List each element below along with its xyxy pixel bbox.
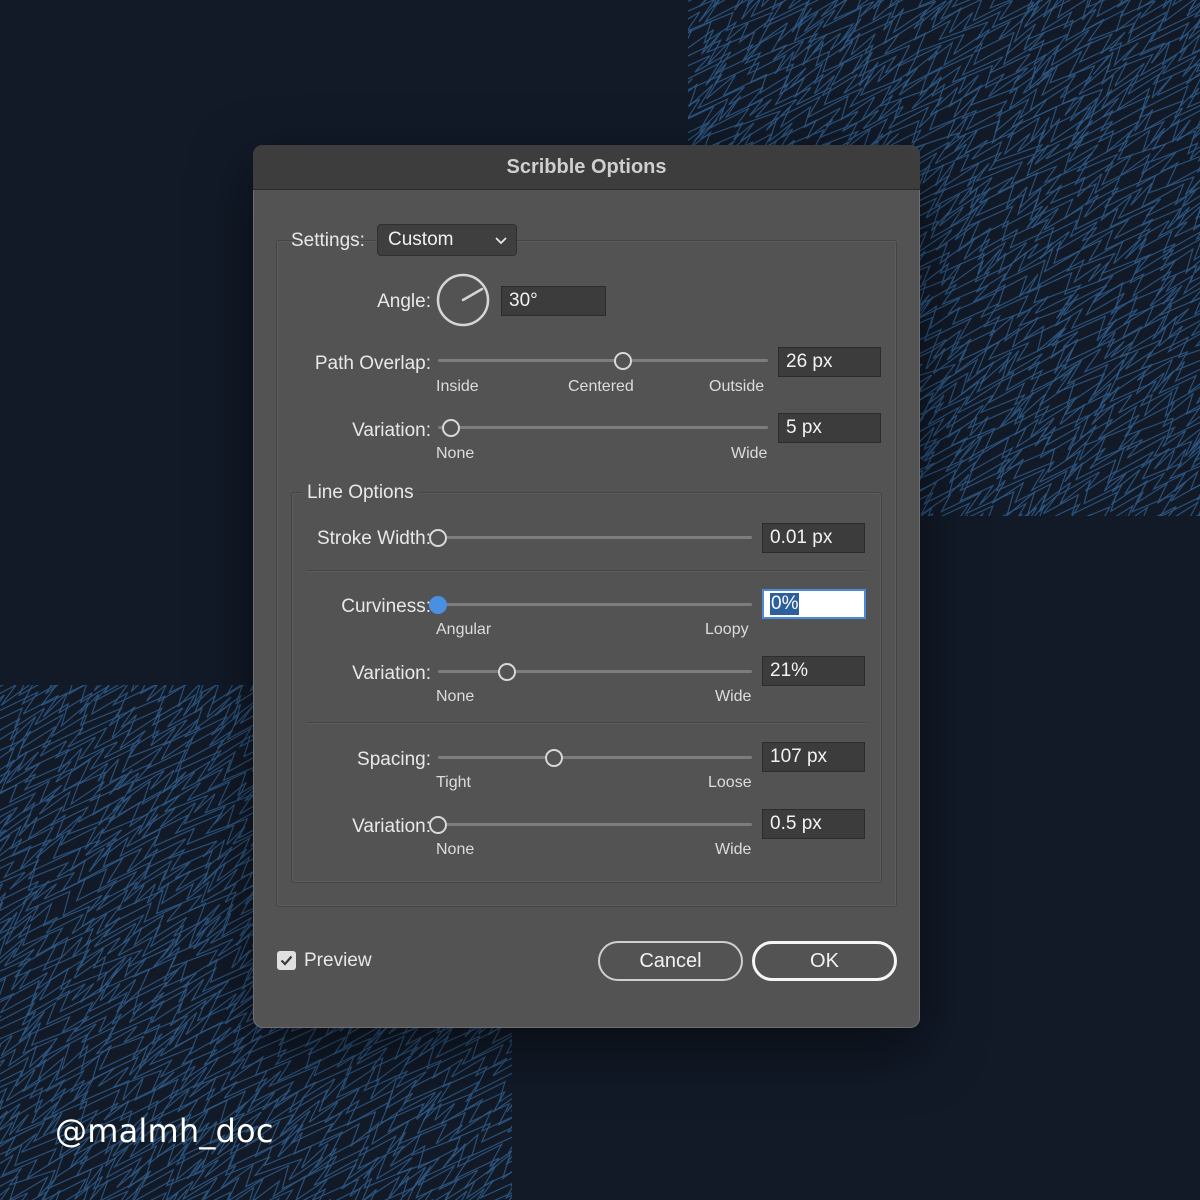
path-overlap-mid-label: Centered	[568, 378, 634, 395]
scribble-stroke	[688, 82, 1200, 112]
curviness-variation-input[interactable]: 21%	[762, 656, 865, 686]
curviness-slider-track[interactable]	[438, 603, 752, 606]
curviness-variation-slider-track[interactable]	[438, 670, 752, 673]
scribble-stroke	[688, 105, 1200, 134]
curviness-variation-label: Variation:	[352, 663, 431, 684]
variation-slider-track[interactable]	[438, 426, 768, 429]
curviness-label: Curviness:	[341, 596, 431, 617]
curviness-variation-min-label: None	[436, 688, 475, 705]
variation-input[interactable]: 5 px	[778, 413, 881, 443]
path-overlap-slider-knob[interactable]	[613, 351, 632, 370]
stroke-width-slider-track[interactable]	[438, 536, 752, 539]
variation-slider-knob[interactable]	[442, 418, 461, 437]
curviness-max-label: Loopy	[705, 621, 749, 638]
path-overlap-input[interactable]: 26 px	[778, 347, 881, 377]
settings-label: Settings:	[291, 230, 365, 251]
spacing-slider-knob[interactable]	[545, 748, 564, 767]
variation-label: Variation:	[352, 420, 431, 441]
spacing-variation-slider-track[interactable]	[438, 823, 752, 826]
spacing-variation-input[interactable]: 0.5 px	[762, 809, 865, 839]
scribble-stroke	[0, 1163, 512, 1192]
variation-max-label: Wide	[731, 445, 768, 462]
scribble-stroke	[0, 1065, 512, 1094]
curviness-variation-slider-knob[interactable]	[498, 662, 517, 681]
cancel-button[interactable]: Cancel	[598, 941, 743, 981]
stroke-width-label: Stroke Width:	[316, 528, 431, 549]
curviness-variation-max-label: Wide	[715, 688, 752, 705]
preview-label[interactable]: Preview	[304, 950, 372, 972]
path-overlap-slider-track[interactable]	[438, 359, 768, 362]
scribble-stroke	[688, 16, 1200, 45]
scribble-stroke	[688, 5, 1200, 35]
path-overlap-max-label: Outside	[709, 378, 765, 395]
scribble-stroke	[688, 38, 1200, 68]
spacing-min-label: Tight	[436, 774, 471, 791]
path-overlap-label: Path Overlap:	[314, 353, 431, 374]
settings-dropdown-value: Custom	[388, 229, 454, 250]
angle-label: Angle:	[377, 291, 431, 312]
spacing-variation-min-label: None	[436, 841, 475, 858]
scribble-options-dialog: Scribble Options Settings: Custom Angle:…	[253, 145, 920, 1028]
divider	[308, 570, 866, 572]
scribble-stroke	[688, 116, 1200, 145]
spacing-slider-track[interactable]	[438, 756, 752, 759]
curviness-input[interactable]: 0%	[762, 589, 866, 619]
line-options-title: Line Options	[301, 482, 420, 504]
angle-dial-icon[interactable]	[435, 272, 491, 328]
chevron-down-icon	[495, 237, 507, 245]
curviness-min-label: Angular	[436, 621, 492, 638]
ok-button[interactable]: OK	[752, 941, 897, 981]
stroke-width-slider-knob[interactable]	[429, 528, 447, 547]
spacing-input[interactable]: 107 px	[762, 742, 865, 772]
stroke-width-input[interactable]: 0.01 px	[762, 523, 865, 553]
watermark-handle: @malmh_doc	[55, 1112, 274, 1150]
path-overlap-min-label: Inside	[436, 378, 479, 395]
scribble-stroke	[0, 1054, 512, 1083]
spacing-variation-max-label: Wide	[715, 841, 752, 858]
spacing-variation-slider-knob[interactable]	[429, 815, 447, 834]
spacing-label: Spacing:	[357, 749, 431, 770]
curviness-input-selection: 0%	[770, 593, 800, 615]
curviness-slider-knob[interactable]	[429, 595, 447, 614]
dialog-title: Scribble Options	[253, 145, 920, 190]
spacing-max-label: Loose	[708, 774, 752, 791]
angle-input[interactable]: 30°	[501, 286, 606, 316]
checkmark-icon	[280, 955, 293, 966]
variation-min-label: None	[436, 445, 475, 462]
divider	[308, 722, 866, 724]
spacing-variation-label: Variation:	[352, 816, 431, 837]
settings-dropdown[interactable]: Custom	[377, 224, 517, 256]
preview-checkbox[interactable]	[277, 951, 296, 970]
scribble-stroke	[0, 1174, 512, 1200]
scribble-stroke	[0, 1042, 512, 1072]
